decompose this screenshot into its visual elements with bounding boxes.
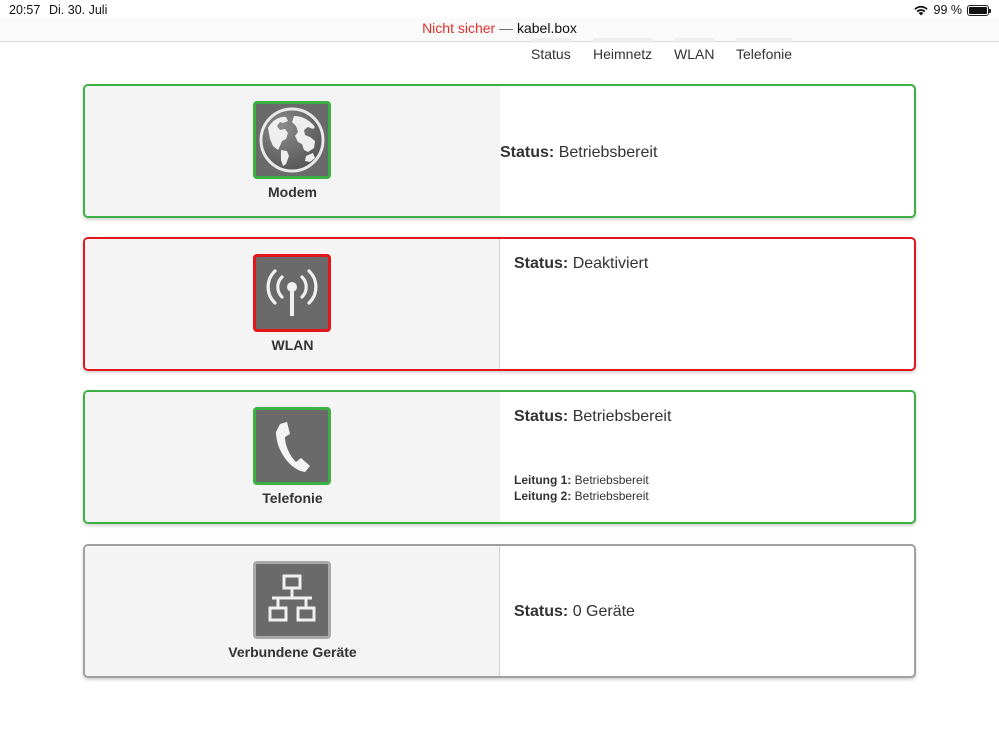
not-secure-label: Nicht sicher: [422, 20, 496, 36]
modem-status: Status: Betriebsbereit: [500, 144, 657, 162]
antenna-icon: [266, 269, 318, 316]
geraete-status: Status: 0 Geräte: [514, 603, 635, 621]
geraete-status-value: 0 Geräte: [572, 603, 635, 620]
modem-card-left: Modem: [85, 86, 500, 216]
modem-card-right: Status: Betriebsbereit: [500, 86, 914, 216]
telefonie-status-key: Status:: [514, 408, 569, 425]
geraete-card[interactable]: Verbundene Geräte Status: 0 Geräte: [83, 544, 916, 678]
url-host: kabel.box: [516, 20, 577, 36]
battery-percent: 99 %: [933, 3, 963, 17]
telefonie-card-left: Telefonie: [85, 392, 500, 522]
clock: 20:57: [9, 3, 41, 17]
url-separator: —: [499, 20, 514, 36]
address-bar[interactable]: Nicht sicher — kabel.box: [0, 18, 999, 42]
geraete-status-key: Status:: [514, 603, 569, 620]
wifi-icon: [913, 5, 928, 16]
nav-heimnetz[interactable]: Heimnetz: [593, 38, 653, 62]
wlan-icon-box[interactable]: [253, 254, 331, 332]
line-2-key: Leitung 2:: [514, 489, 572, 503]
wlan-status-key: Status:: [514, 255, 569, 272]
wlan-status-value: Deaktiviert: [572, 255, 649, 272]
wlan-card[interactable]: WLAN Status: Deaktiviert: [83, 237, 916, 371]
wlan-label: WLAN: [271, 337, 314, 353]
telefonie-label: Telefonie: [262, 490, 323, 506]
status-right: 99 %: [913, 3, 991, 17]
telefonie-status: Status: Betriebsbereit: [514, 408, 671, 426]
modem-label: Modem: [268, 184, 317, 200]
line-1: Leitung 1: Betriebsbereit: [514, 472, 649, 488]
geraete-icon-box[interactable]: [253, 561, 331, 639]
nav-status[interactable]: Status: [531, 38, 571, 62]
battery-icon: [967, 4, 991, 16]
telefonie-icon-box[interactable]: [253, 407, 331, 485]
ios-status-bar: 20:57 Di. 30. Juli 99 %: [0, 0, 999, 20]
phone-icon: [276, 422, 310, 472]
network-icon: [268, 574, 316, 622]
geraete-card-right: Status: 0 Geräte: [500, 546, 914, 676]
geraete-label: Verbundene Geräte: [228, 644, 357, 660]
globe-icon: [259, 107, 325, 173]
wlan-status: Status: Deaktiviert: [514, 255, 648, 273]
line-2: Leitung 2: Betriebsbereit: [514, 488, 649, 504]
line-1-key: Leitung 1:: [514, 473, 572, 487]
modem-icon-box[interactable]: [253, 101, 331, 179]
line-1-value: Betriebsbereit: [574, 473, 649, 487]
date: Di. 30. Juli: [49, 3, 108, 17]
nav-wlan[interactable]: WLAN: [674, 38, 715, 62]
wlan-card-right: Status: Deaktiviert: [500, 239, 914, 369]
telefonie-card-right: Status: Betriebsbereit Leitung 1: Betrie…: [500, 392, 914, 522]
telefonie-card[interactable]: Telefonie Status: Betriebsbereit Leitung…: [83, 390, 916, 524]
telefonie-lines: Leitung 1: Betriebsbereit Leitung 2: Bet…: [514, 472, 649, 504]
modem-status-key: Status:: [500, 144, 555, 161]
wlan-card-left: WLAN: [85, 239, 500, 369]
telefonie-status-value: Betriebsbereit: [572, 408, 672, 425]
modem-status-value: Betriebsbereit: [558, 144, 658, 161]
modem-card[interactable]: Modem Status: Betriebsbereit: [83, 84, 916, 218]
nav-telefonie[interactable]: Telefonie: [736, 38, 793, 62]
top-navigation: Status Heimnetz WLAN Telefonie: [0, 38, 999, 66]
line-2-value: Betriebsbereit: [574, 489, 649, 503]
geraete-card-left: Verbundene Geräte: [85, 546, 500, 676]
